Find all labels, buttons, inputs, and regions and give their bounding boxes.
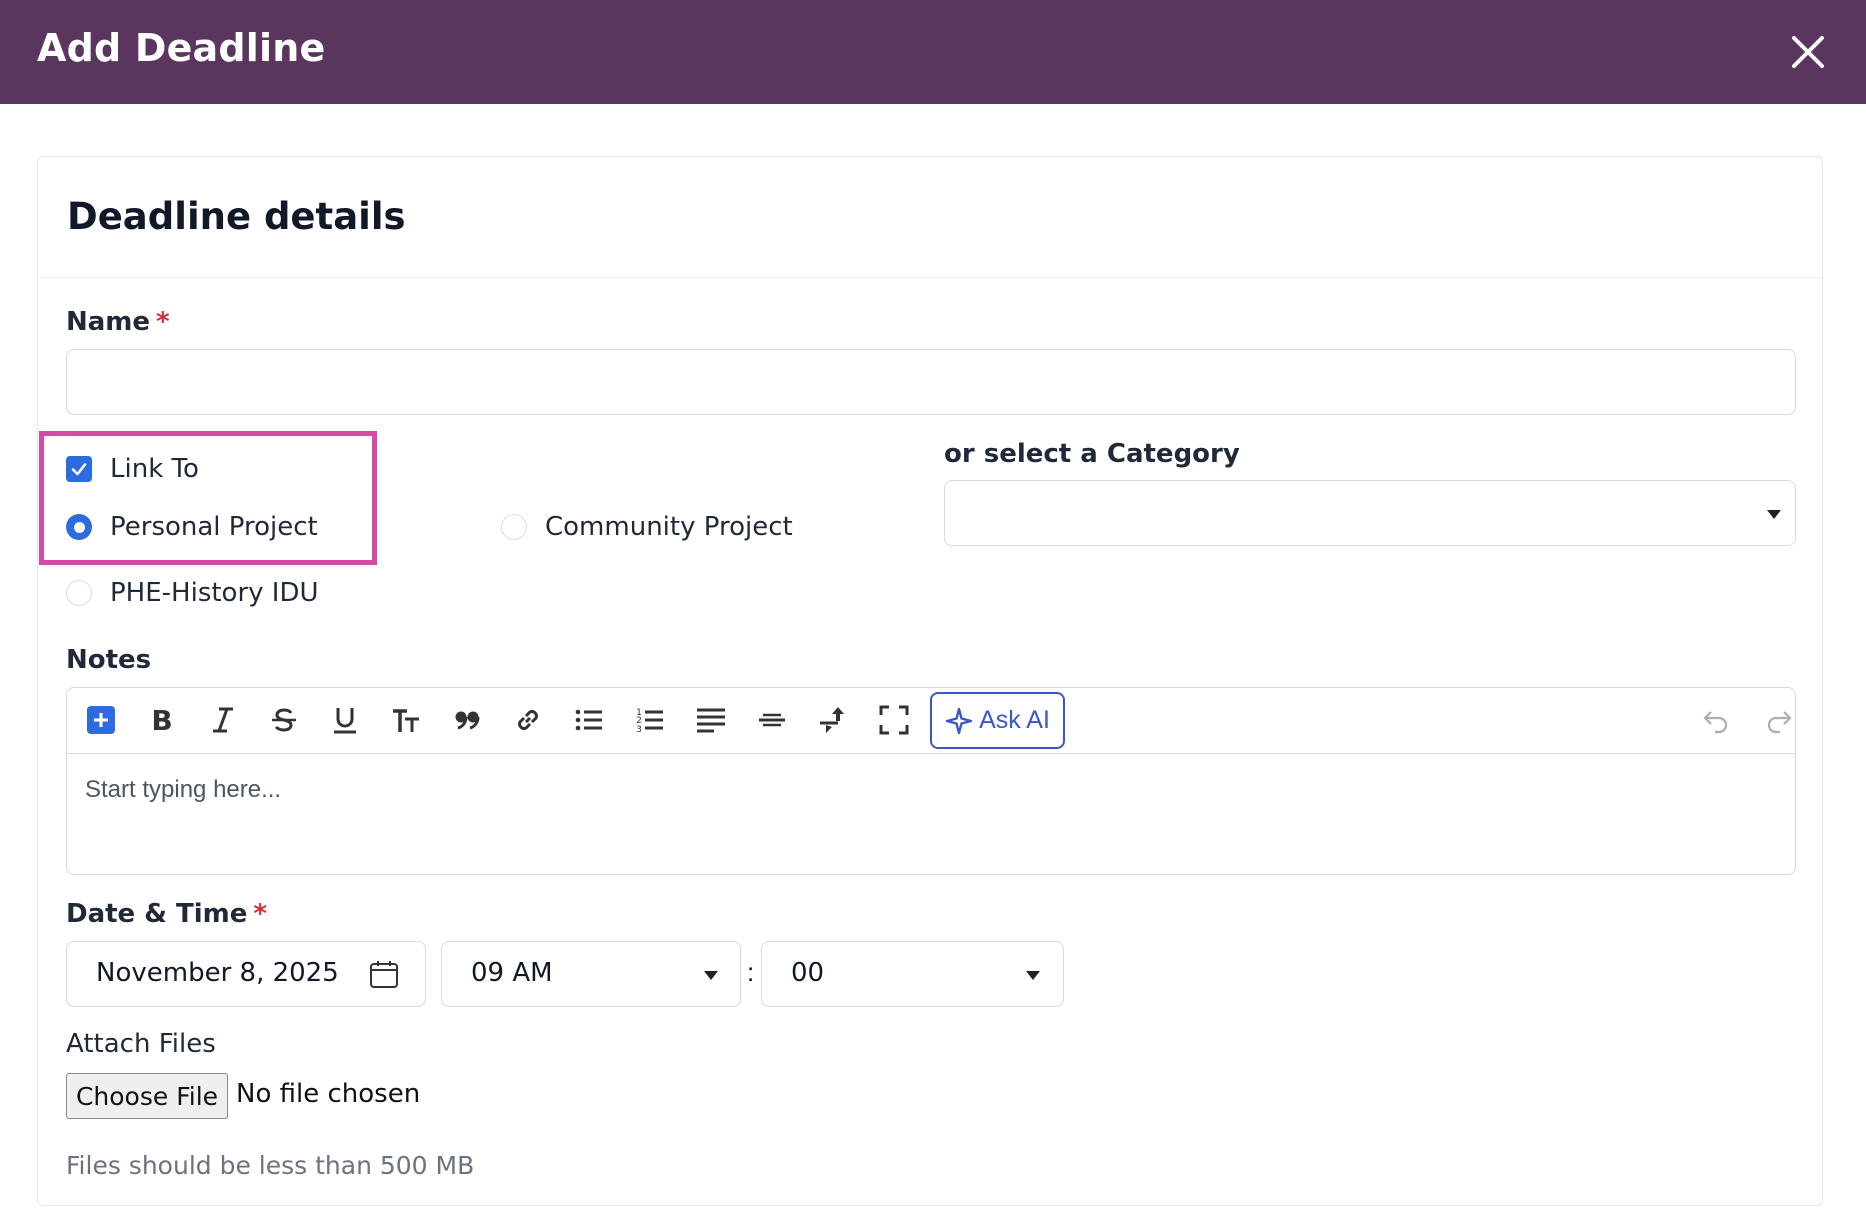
radio-label: Personal Project [110,512,318,542]
underline-icon[interactable] [325,700,365,740]
datetime-label-text: Date & Time [66,899,248,929]
radio-unselected[interactable] [501,514,527,540]
radio-personal-project[interactable]: Personal Project [66,512,318,542]
hour-select[interactable]: 09 AM [441,941,741,1007]
insert-icon[interactable] [813,700,853,740]
strikethrough-icon[interactable] [264,700,304,740]
time-separator: : [747,957,755,987]
undo-icon[interactable] [1696,700,1736,740]
dialog-title: Add Deadline [37,26,326,70]
file-status: No file chosen [236,1079,421,1109]
name-input[interactable] [66,349,1796,415]
quote-icon[interactable] [447,700,487,740]
attach-files-label: Attach Files [66,1029,216,1059]
svg-text:B: B [151,705,172,735]
ask-ai-label: Ask AI [979,706,1050,734]
align-icon[interactable] [691,700,731,740]
name-label-text: Name [66,307,151,337]
bullet-list-icon[interactable] [569,700,609,740]
minute-select[interactable]: 00 [761,941,1064,1007]
notes-textarea[interactable]: Start typing here... [85,776,281,804]
ask-ai-button[interactable]: Ask AI [930,692,1065,749]
radio-phe-history-idu[interactable]: PHE-History IDU [66,578,319,608]
radio-label: Community Project [545,512,793,542]
chevron-down-icon [1767,510,1781,519]
redo-icon[interactable] [1759,700,1799,740]
category-select[interactable] [944,480,1796,546]
date-input[interactable]: November 8, 2025 [66,941,426,1007]
datetime-label: Date & Time * [66,899,267,929]
radio-unselected[interactable] [66,580,92,606]
dialog-header: Add Deadline [0,0,1866,104]
notes-label: Notes [66,645,152,675]
horizontal-rule-icon[interactable] [752,700,792,740]
radio-label: PHE-History IDU [110,578,319,608]
link-icon[interactable] [508,700,548,740]
check-icon [71,463,87,476]
chevron-down-icon [704,971,718,980]
close-icon [1792,36,1824,68]
required-mark: * [253,899,267,929]
link-to-label: Link To [110,454,199,484]
chevron-down-icon [1026,971,1040,980]
hour-value: 09 AM [471,958,553,988]
fullscreen-icon[interactable] [874,700,914,740]
card-divider [38,277,1822,278]
name-label: Name * [66,307,170,337]
bold-icon[interactable]: B [142,700,182,740]
numbered-list-icon[interactable]: 123 [630,700,670,740]
minute-value: 00 [791,958,825,988]
editor-toolbar: B 123 Ask AI [67,688,1795,754]
required-mark: * [156,307,170,337]
category-label: or select a Category [944,439,1240,469]
card-title: Deadline details [67,195,406,238]
date-value: November 8, 2025 [96,958,339,988]
highlight-annotation [39,431,377,565]
link-to-checkbox[interactable]: Link To [66,454,199,484]
close-button[interactable] [1786,30,1830,74]
radio-selected[interactable] [66,514,92,540]
svg-text:3: 3 [636,725,642,735]
italic-icon[interactable] [203,700,243,740]
sparkle-icon [945,707,973,734]
file-size-hint: Files should be less than 500 MB [66,1151,475,1180]
radio-community-project[interactable]: Community Project [501,512,793,542]
calendar-icon[interactable] [369,959,399,989]
checkbox-checked[interactable] [66,456,92,482]
choose-file-button[interactable]: Choose File [66,1073,228,1119]
notes-editor: B 123 Ask AI Start typing here... [66,687,1796,875]
add-block-icon[interactable] [81,700,121,740]
text-size-icon[interactable] [386,700,426,740]
deadline-details-card: Deadline details Name * Link To Personal … [37,156,1823,1206]
